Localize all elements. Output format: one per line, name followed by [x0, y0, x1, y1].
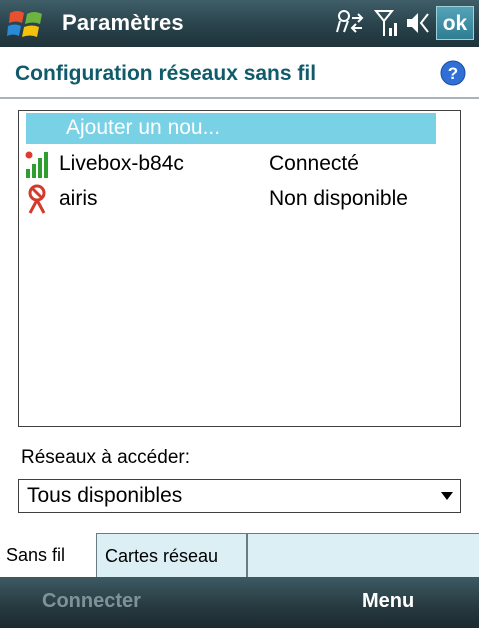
ok-button[interactable]: ok [436, 6, 474, 40]
connectivity-icon[interactable] [334, 8, 368, 38]
network-status: Non disponible [269, 187, 408, 210]
access-label: Réseaux à accéder: [21, 447, 190, 468]
network-status: Connecté [269, 152, 359, 175]
softkey-bar: Connecter Menu [0, 577, 479, 628]
volume-icon[interactable] [404, 8, 432, 38]
chevron-down-icon[interactable] [441, 492, 453, 500]
tab-label: Cartes réseau [105, 546, 219, 566]
page-title: Configuration réseaux sans fil [15, 62, 317, 85]
signal-bars-icon [25, 151, 48, 178]
add-network-label: Ajouter un nou... [66, 116, 221, 139]
tab-cartes-reseau[interactable]: Cartes réseau [97, 533, 247, 577]
svg-text:?: ? [448, 64, 458, 83]
menu-softkey[interactable]: Menu [362, 590, 414, 613]
title-bar: Paramètres ok [0, 0, 479, 47]
help-icon[interactable]: ? [440, 60, 466, 86]
tab-sans-fil[interactable]: Sans fil [0, 533, 97, 577]
signal-strength-icon[interactable] [374, 8, 400, 38]
tab-strip-fill [247, 533, 479, 577]
network-name: Livebox-b84c [59, 152, 184, 175]
window-title: Paramètres [62, 10, 184, 35]
list-item[interactable]: airis Non disponible [19, 184, 460, 215]
tab-strip: Sans fil Cartes réseau [0, 533, 479, 577]
list-item[interactable]: Livebox-b84c Connecté [19, 149, 460, 180]
access-dropdown[interactable]: Tous disponibles [18, 479, 461, 513]
wireless-network-list[interactable]: Ajouter un nou... Livebox-b84c Connecté … [18, 110, 461, 427]
tab-label: Sans fil [6, 545, 66, 565]
header-divider [0, 97, 479, 99]
connect-softkey[interactable]: Connecter [42, 590, 141, 613]
windows-start-icon[interactable] [7, 6, 45, 42]
network-name: airis [59, 187, 98, 210]
dropdown-value: Tous disponibles [27, 484, 183, 507]
add-network-item[interactable]: Ajouter un nou... [19, 113, 460, 144]
unavailable-network-icon [28, 184, 46, 214]
